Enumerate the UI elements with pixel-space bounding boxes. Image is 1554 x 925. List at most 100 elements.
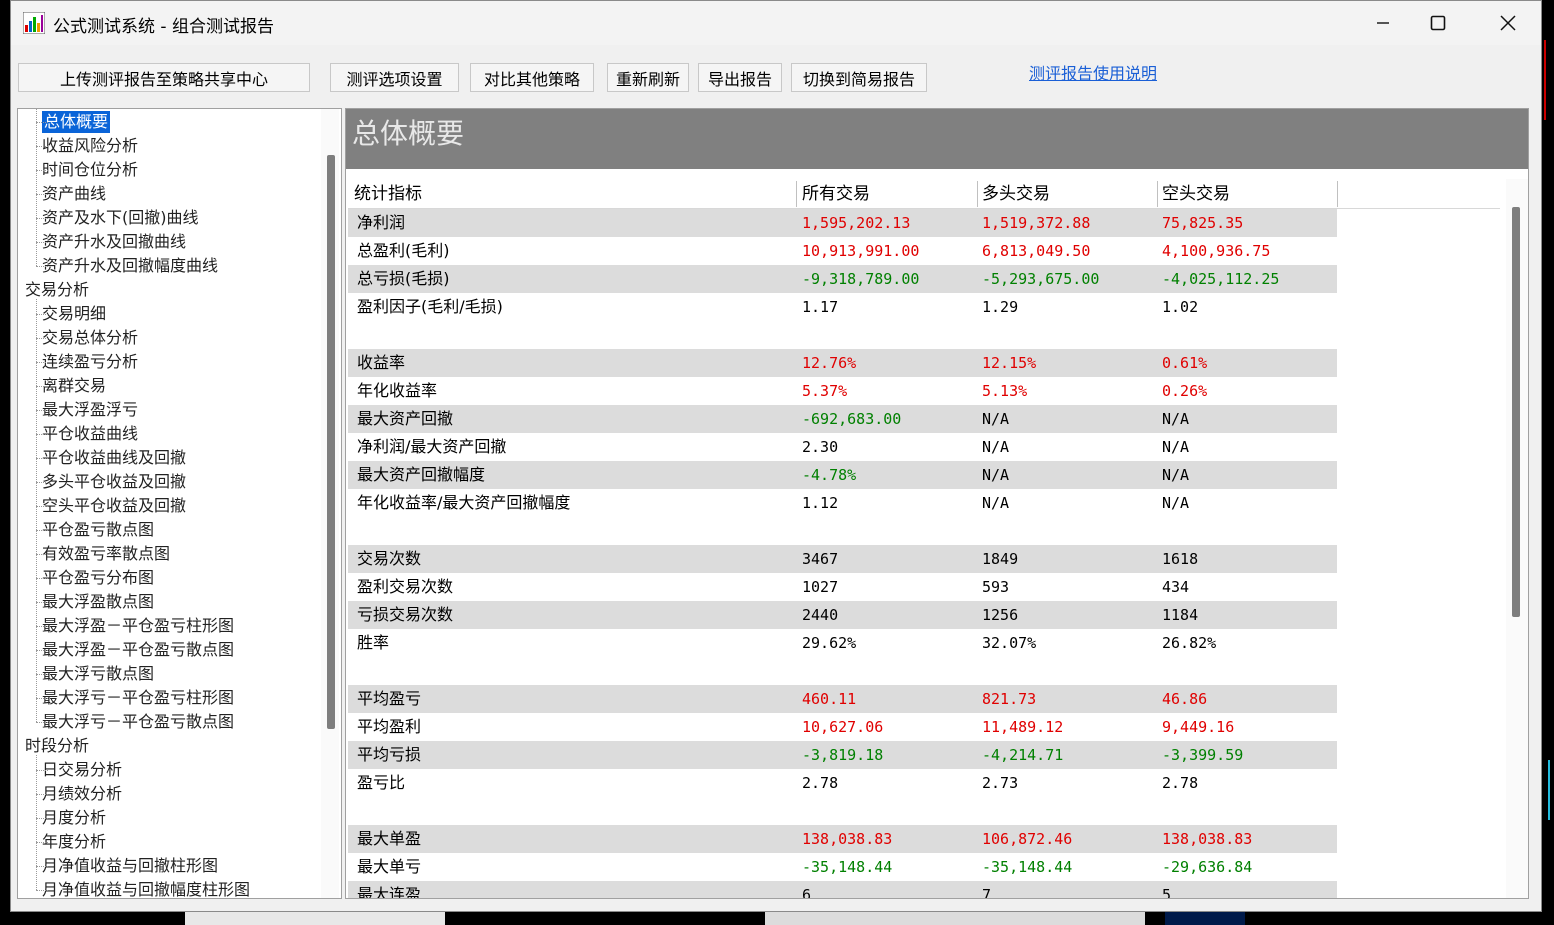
tree-item[interactable]: 资产曲线: [42, 183, 106, 205]
metric-label: 最大单盈: [357, 829, 422, 848]
value-all-trades: 1.12: [802, 494, 839, 512]
value-short-trades: 1.02: [1162, 298, 1199, 316]
tree-item[interactable]: 年度分析: [42, 831, 106, 853]
tree-connector: [36, 122, 48, 123]
tree-item[interactable]: 最大浮盈浮亏: [42, 399, 138, 421]
table-row: 净利润/最大资产回撤 2.30 N/A N/A: [348, 433, 1337, 461]
tree-connector: [36, 146, 48, 147]
tree-item[interactable]: 连续盈亏分析: [42, 351, 138, 373]
tree-connector: [36, 458, 48, 459]
value-all-trades: 1.17: [802, 298, 839, 316]
value-short-trades: 1618: [1162, 550, 1199, 568]
tree-item[interactable]: 最大浮亏散点图: [42, 663, 154, 685]
metric-label: 亏损交易次数: [357, 605, 454, 624]
tree-guide: [36, 299, 37, 722]
tree-connector: [36, 890, 48, 891]
tree-item[interactable]: 日交易分析: [42, 759, 122, 781]
report-panel: 总体概要 统计指标 所有交易 多头交易 空头交易 净利润 1,595,202.13…: [345, 108, 1529, 899]
close-button[interactable]: [1473, 1, 1543, 45]
app-icon: [23, 12, 45, 34]
tree-item[interactable]: 月净值收益与回撤幅度柱形图: [42, 879, 250, 898]
tree-item[interactable]: 最大浮亏－平仓盈亏散点图: [42, 711, 234, 733]
tree-item[interactable]: 有效盈亏率散点图: [42, 543, 170, 565]
tree-item[interactable]: 时间仓位分析: [42, 159, 138, 181]
value-long-trades: 5.13%: [982, 382, 1028, 400]
tree-item[interactable]: 空头平仓收益及回撤: [42, 495, 186, 517]
tree-item[interactable]: 收益风险分析: [42, 135, 138, 157]
value-short-trades: -3,399.59: [1162, 746, 1244, 764]
table-row: 平均盈利 10,627.06 11,489.12 9,449.16: [348, 713, 1337, 741]
tree-item[interactable]: 月绩效分析: [42, 783, 122, 805]
tree-group[interactable]: 交易分析: [25, 279, 89, 301]
background-app-strip: [0, 912, 1554, 925]
tree-guide: [36, 109, 37, 266]
value-short-trades: 434: [1162, 578, 1190, 596]
column-header-long: 多头交易: [982, 184, 1050, 204]
column-divider: [977, 181, 978, 207]
value-all-trades: -35,148.44: [802, 858, 893, 876]
tree-item[interactable]: 平仓收益曲线: [42, 423, 138, 445]
report-scrollbar-thumb[interactable]: [1512, 207, 1520, 617]
value-short-trades: N/A: [1162, 410, 1190, 428]
metric-label: 平均盈亏: [357, 689, 422, 708]
tree-item[interactable]: 交易明细: [42, 303, 106, 325]
metric-label: 总亏损(毛损): [357, 269, 450, 288]
table-row: 平均盈亏 460.11 821.73 46.86: [348, 685, 1337, 713]
tree-item[interactable]: 月度分析: [42, 807, 106, 829]
value-short-trades: 4,100,936.75: [1162, 242, 1271, 260]
value-long-trades: 1256: [982, 606, 1019, 624]
help-link[interactable]: 测评报告使用说明: [1029, 60, 1157, 84]
tree-item[interactable]: 平仓盈亏散点图: [42, 519, 154, 541]
tree-group[interactable]: 时段分析: [25, 735, 89, 757]
tree-connector: [36, 386, 48, 387]
tree-connector: [36, 794, 48, 795]
value-long-trades: 1,519,372.88: [982, 214, 1091, 232]
metric-label: 最大单亏: [357, 857, 422, 876]
table-row: 交易次数 3467 1849 1618: [348, 545, 1337, 573]
maximize-icon: [1430, 15, 1446, 31]
table-row: 亏损交易次数 2440 1256 1184: [348, 601, 1337, 629]
tree-connector: [36, 218, 48, 219]
tree-item[interactable]: 离群交易: [42, 375, 106, 397]
compare-strategy-button[interactable]: 对比其他策略: [470, 63, 594, 92]
metric-label: 净利润: [357, 213, 406, 232]
value-short-trades: -4,025,112.25: [1162, 270, 1280, 288]
tree-connector: [36, 842, 48, 843]
export-report-button[interactable]: 导出报告: [698, 63, 782, 92]
tree-item[interactable]: 交易总体分析: [42, 327, 138, 349]
tree-item[interactable]: 最大浮盈－平仓盈亏柱形图: [42, 615, 234, 637]
value-all-trades: 10,913,991.00: [802, 242, 920, 260]
tree-scrollbar-thumb[interactable]: [327, 155, 335, 729]
switch-simple-report-button[interactable]: 切换到简易报告: [791, 63, 927, 92]
tree-connector: [36, 674, 48, 675]
tree-item[interactable]: 月净值收益与回撤柱形图: [42, 855, 218, 877]
tree-item[interactable]: 最大浮盈散点图: [42, 591, 154, 613]
tree-item[interactable]: 资产升水及回撤幅度曲线: [42, 255, 218, 277]
table-row: 平均亏损 -3,819.18 -4,214.71 -3,399.59: [348, 741, 1337, 769]
tree-connector: [36, 578, 48, 579]
column-header-all: 所有交易: [802, 184, 870, 204]
tree-item[interactable]: 资产及水下(回撤)曲线: [42, 207, 199, 229]
upload-report-button[interactable]: 上传测评报告至策略共享中心: [18, 63, 310, 92]
value-short-trades: N/A: [1162, 466, 1190, 484]
tree-item[interactable]: 最大浮盈－平仓盈亏散点图: [42, 639, 234, 661]
tree-item[interactable]: 最大浮亏－平仓盈亏柱形图: [42, 687, 234, 709]
value-all-trades: -9,318,789.00: [802, 270, 920, 288]
test-options-button[interactable]: 测评选项设置: [330, 63, 459, 92]
tree-item[interactable]: 资产升水及回撤曲线: [42, 231, 186, 253]
table-row: 胜率 29.62% 32.07% 26.82%: [348, 629, 1337, 657]
value-all-trades: 460.11: [802, 690, 857, 708]
value-all-trades: 138,038.83: [802, 830, 893, 848]
tree-connector: [36, 626, 48, 627]
value-long-trades: 106,872.46: [982, 830, 1073, 848]
refresh-button[interactable]: 重新刷新: [607, 63, 689, 92]
tree-item[interactable]: 多头平仓收益及回撤: [42, 471, 186, 493]
value-all-trades: 12.76%: [802, 354, 857, 372]
tree-item[interactable]: 总体概要: [42, 111, 111, 133]
value-long-trades: 1.29: [982, 298, 1019, 316]
tree-item[interactable]: 平仓收益曲线及回撤: [42, 447, 186, 469]
maximize-button[interactable]: [1403, 1, 1473, 45]
tree-connector: [36, 482, 48, 483]
value-short-trades: 9,449.16: [1162, 718, 1235, 736]
tree-item[interactable]: 平仓盈亏分布图: [42, 567, 154, 589]
